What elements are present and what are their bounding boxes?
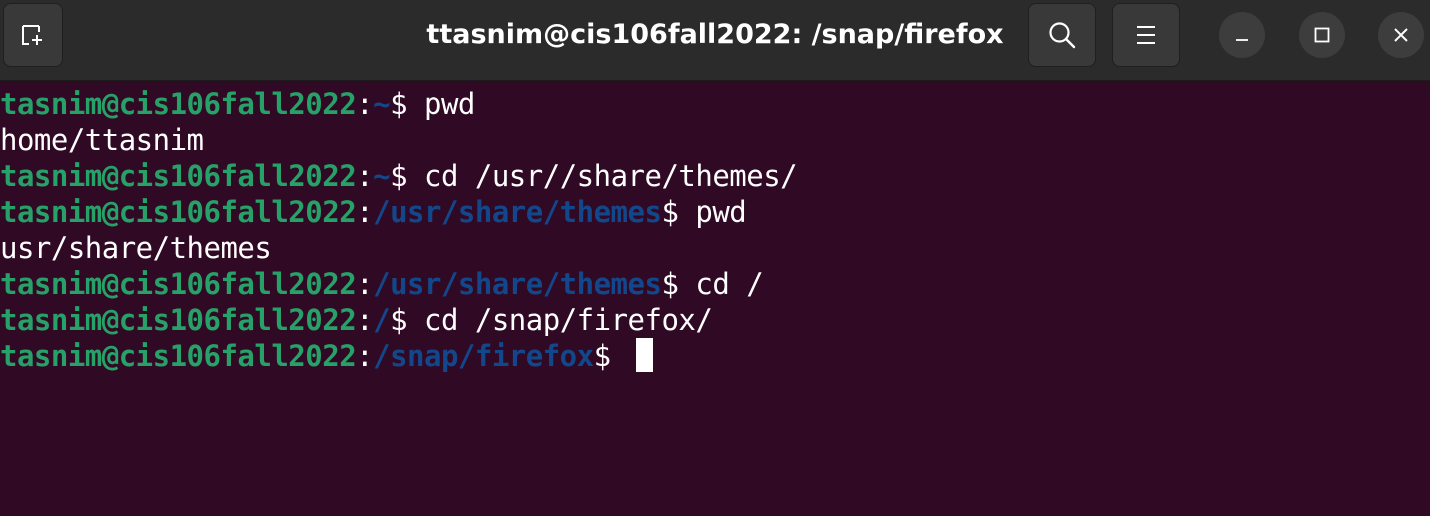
terminal-output-area[interactable]: tasnim@cis106fall2022:~$ pwd home/ttasni… (0, 86, 1430, 516)
command-output: usr/share/themes (0, 231, 272, 265)
maximize-icon (1314, 27, 1330, 43)
command-text: $ cd /usr//share/themes/ (390, 159, 798, 193)
prompt-separator: : (356, 87, 374, 121)
new-tab-icon (22, 25, 42, 45)
search-button[interactable] (1028, 3, 1096, 67)
command-text: $ cd / (661, 267, 764, 301)
close-icon (1394, 28, 1408, 42)
prompt-user: tasnim@cis106fall2022 (0, 303, 357, 337)
prompt-user: tasnim@cis106fall2022 (0, 87, 357, 121)
search-icon (1049, 22, 1076, 49)
prompt-user: tasnim@cis106fall2022 (0, 159, 357, 193)
command-text: $ (593, 339, 628, 373)
prompt-user: tasnim@cis106fall2022 (0, 267, 357, 301)
command-text: $ pwd (390, 87, 475, 121)
prompt-path: / (373, 303, 391, 337)
prompt-path: ~ (373, 159, 391, 193)
text-cursor (635, 338, 653, 372)
prompt-path: /usr/share/themes (373, 267, 662, 301)
prompt-path: /snap/firefox (373, 339, 594, 373)
close-button[interactable] (1378, 12, 1424, 58)
terminal-line: home/ttasnim (0, 122, 1430, 158)
prompt-separator: : (356, 267, 374, 301)
command-text: $ pwd (661, 195, 747, 229)
command-output: home/ttasnim (0, 123, 204, 157)
command-text: $ cd /snap/firefox/ (390, 303, 713, 337)
terminal-line: usr/share/themes (0, 230, 1430, 266)
terminal-active-line[interactable]: tasnim@cis106fall2022:/snap/firefox$ (0, 338, 1430, 374)
prompt-path: /usr/share/themes (373, 195, 662, 229)
hamburger-menu-icon (1137, 26, 1155, 44)
prompt-user: tasnim@cis106fall2022 (0, 339, 357, 373)
new-tab-button[interactable] (3, 3, 63, 67)
minimize-button[interactable] (1219, 12, 1265, 58)
prompt-path: ~ (373, 87, 391, 121)
window-title: ttasnim@cis106fall2022: /snap/firefox (426, 19, 1004, 50)
menu-button[interactable] (1112, 3, 1180, 67)
prompt-separator: : (356, 159, 374, 193)
maximize-button[interactable] (1299, 12, 1345, 58)
header-bar: ttasnim@cis106fall2022: /snap/firefox (0, 0, 1430, 81)
prompt-separator: : (356, 195, 374, 229)
prompt-separator: : (356, 339, 374, 373)
terminal-line: tasnim@cis106fall2022:~$ cd /usr//share/… (0, 158, 1430, 194)
prompt-separator: : (356, 303, 374, 337)
terminal-line: tasnim@cis106fall2022:/usr/share/themes$… (0, 266, 1430, 302)
terminal-line: tasnim@cis106fall2022:/usr/share/themes$… (0, 194, 1430, 230)
terminal-line: tasnim@cis106fall2022:~$ pwd (0, 86, 1430, 122)
terminal-window: ttasnim@cis106fall2022: /snap/firefox ta… (0, 0, 1430, 516)
minimize-icon (1236, 39, 1248, 41)
prompt-user: tasnim@cis106fall2022 (0, 195, 357, 229)
terminal-line: tasnim@cis106fall2022:/$ cd /snap/firefo… (0, 302, 1430, 338)
